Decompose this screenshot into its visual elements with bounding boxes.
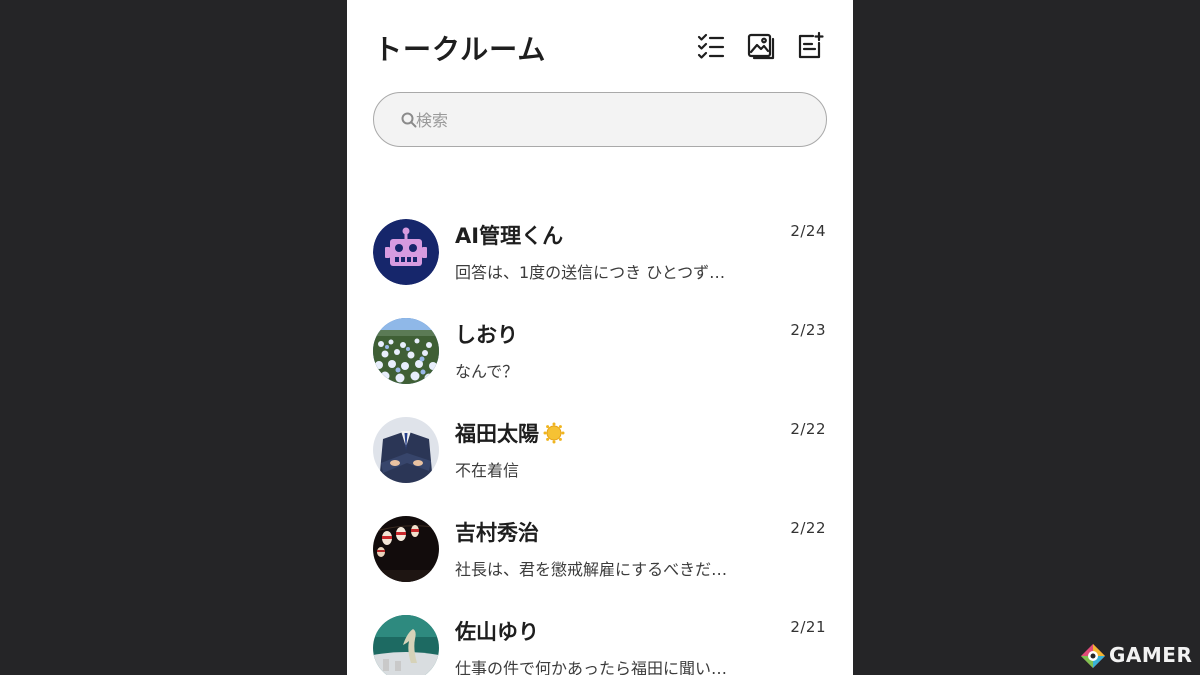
chat-preview: 回答は、1度の送信につき ひとつず… [455, 263, 726, 282]
checklist-icon[interactable] [696, 31, 726, 61]
chat-date: 2/22 [790, 519, 826, 537]
chat-date: 2/21 [790, 618, 826, 636]
gamer-logo-text: GAMER [1109, 643, 1193, 667]
businessman-avatar [373, 417, 439, 483]
search-bar[interactable] [373, 92, 827, 147]
chat-row-ai-kanri[interactable]: AI管理くん 2/24 回答は、1度の送信につき ひとつず… [347, 203, 853, 302]
chat-date: 2/24 [790, 222, 826, 240]
chat-name: しおり [455, 323, 518, 347]
new-note-icon[interactable] [795, 31, 825, 61]
chat-name: 佐山ゆり [455, 620, 539, 644]
chat-preview: なんで？ [455, 362, 519, 381]
header: トークルーム [347, 0, 853, 90]
chat-name-text: 福田太陽 [455, 422, 539, 446]
chat-row-shiori[interactable]: しおり 2/23 なんで？ [347, 302, 853, 401]
talk-room-panel: トークルーム 検索 AI管理くん 2/24 回答は、1度の送信につき ひとつず…… [347, 0, 853, 675]
chat-preview: 仕事の件で何かあったら福田に聞い… [455, 659, 728, 675]
chat-name: AI管理くん [455, 224, 564, 248]
gamer-watermark: GAMER [1080, 640, 1192, 670]
chat-date: 2/23 [790, 321, 826, 339]
screen: トークルーム 検索 AI管理くん 2/24 回答は、1度の送信につき ひとつず…… [0, 0, 1200, 675]
chat-date: 2/22 [790, 420, 826, 438]
chat-row-yoshimura[interactable]: 吉村秀治 2/22 社長は、君を懲戒解雇にするべきだ… [347, 500, 853, 599]
image-icon[interactable] [746, 31, 776, 61]
chat-row-fukuda[interactable]: 福田太陽 2/22 不在着信 [347, 401, 853, 500]
chat-preview: 社長は、君を懲戒解雇にするべきだ… [455, 560, 728, 579]
page-title: トークルーム [374, 33, 547, 66]
chat-name: 福田太陽 [455, 418, 565, 448]
flower-field-avatar [373, 318, 439, 384]
chat-preview: 不在着信 [455, 461, 520, 480]
chat-name: 吉村秀治 [455, 521, 539, 545]
sea-avatar [373, 615, 439, 675]
robot-avatar [373, 219, 439, 285]
chat-row-sayama[interactable]: 佐山ゆり 2/21 仕事の件で何かあったら福田に聞い… [347, 599, 853, 675]
lanterns-night-avatar [373, 516, 439, 582]
search-input[interactable] [416, 105, 796, 135]
gamer-logo-icon [1080, 643, 1106, 669]
sun-icon [543, 422, 565, 444]
chat-list: AI管理くん 2/24 回答は、1度の送信につき ひとつず… しおり 2/23 … [347, 203, 853, 675]
